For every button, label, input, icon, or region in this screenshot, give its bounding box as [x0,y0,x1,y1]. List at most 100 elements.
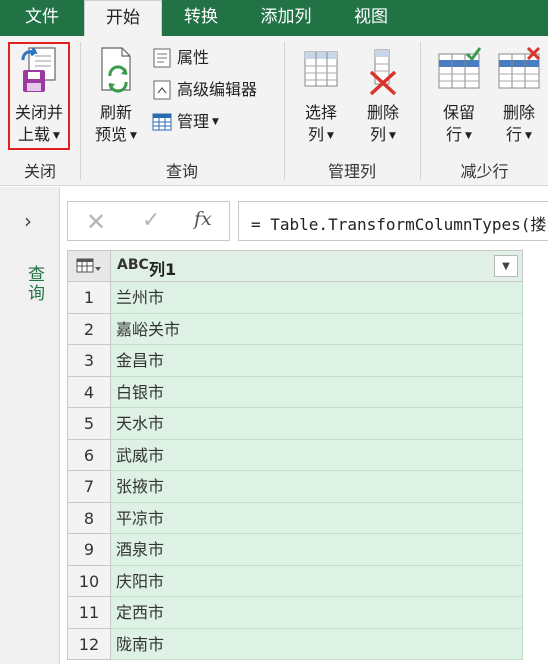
query-group-label: 查询 [165,162,198,181]
tab-view[interactable]: 视图 [332,0,410,36]
refresh-preview-button[interactable]: 刷新 预览 ▼ [89,46,143,147]
row-number[interactable]: 9 [67,534,111,566]
dropdown-caret-icon: ▼ [389,130,396,141]
formula-bar-controls: ✕ ✓ fx [67,201,230,241]
column-name: 列1 [149,260,177,279]
fx-icon[interactable]: fx [194,208,212,230]
refresh-preview-label-1: 刷新 [99,103,132,122]
remove-rows-label-1: 删除 [502,103,535,122]
row-number[interactable]: 2 [67,313,111,345]
close-and-load-label-1: 关闭并 [14,103,63,122]
manage-button[interactable]: 管理 ▼ [151,110,219,134]
tab-add-column[interactable]: 添加列 [240,0,332,36]
chevron-down-icon: ▼ [502,260,510,272]
reduce-rows-group-label: 减少行 [460,162,509,181]
row-number[interactable]: 1 [67,282,111,314]
column-filter-dropdown[interactable]: ▼ [494,255,518,277]
tab-home[interactable]: 开始 [84,0,162,36]
table-row: 8 平凉市 [67,502,523,534]
table-row: 6 武威市 [67,439,523,471]
remove-rows-button[interactable]: 删除 行 ▼ [493,46,545,147]
remove-columns-icon [369,49,397,96]
refresh-preview-icon [101,47,131,93]
choose-columns-label-1: 选择 [304,103,337,122]
properties-button[interactable]: 属性 [151,46,209,70]
close-group-label: 关闭 [23,162,56,181]
keep-rows-button[interactable]: 保留 行 ▼ [433,46,485,147]
remove-rows-label-2: 行 ▼ [506,125,532,144]
dropdown-caret-icon: ▼ [130,130,137,141]
advanced-editor-icon [153,80,171,100]
table-cell[interactable]: 武威市 [111,439,523,471]
table-cell[interactable]: 兰州市 [111,282,523,314]
formula-input[interactable]: = Table.TransformColumnTypes(搂 [238,201,548,241]
table-row: 9 酒泉市 [67,534,523,566]
table-cell[interactable]: 金昌市 [111,345,523,377]
table-row: 3 金昌市 [67,345,523,377]
table-cell[interactable]: 酒泉市 [111,534,523,566]
table-cell[interactable]: 白银市 [111,376,523,408]
table-cell[interactable]: 平凉市 [111,502,523,534]
table-menu-icon [76,258,101,273]
confirm-icon[interactable]: ✓ [142,208,160,233]
keep-rows-label-1: 保留 [442,103,475,122]
table-row: 11 定西市 [67,597,523,629]
close-and-load-icon [21,47,56,92]
manage-columns-group: 选择 列 ▼ 删除 列 ▼ 管理列 [285,36,419,186]
table-row: 12 陇南市 [67,628,523,660]
remove-columns-label-2: 列 ▼ [370,125,396,144]
dropdown-caret-icon: ▼ [53,130,60,141]
grid-header-row: ABC 列1 ▼ [67,250,523,282]
row-number[interactable]: 12 [67,628,111,660]
tab-transform[interactable]: 转换 [162,0,240,36]
reduce-rows-group: 保留 行 ▼ 删除 行 ▼ 减少行 [421,36,548,186]
table-row: 1 兰州市 [67,282,523,314]
refresh-preview-label-2: 预览 ▼ [95,125,137,144]
row-number[interactable]: 7 [67,471,111,503]
row-number[interactable]: 4 [67,376,111,408]
remove-columns-button[interactable]: 删除 列 ▼ [355,46,411,147]
queries-pane-label[interactable]: 查询 [22,265,47,303]
choose-columns-icon [304,51,338,87]
table-menu-button[interactable] [67,250,111,282]
query-group: 刷新 预览 ▼ 属性 高级编辑器 管理 ▼ 查询 [81,36,283,186]
row-number[interactable]: 6 [67,439,111,471]
cancel-icon[interactable]: ✕ [86,208,106,236]
table-cell[interactable]: 天水市 [111,408,523,440]
dropdown-caret-icon: ▼ [212,117,219,127]
ribbon-tab-bar: 文件 开始 转换 添加列 视图 [0,0,548,36]
manage-columns-group-label: 管理列 [327,162,376,181]
row-number[interactable]: 8 [67,502,111,534]
expand-chevron-icon[interactable]: › [24,209,32,233]
table-row: 5 天水市 [67,408,523,440]
remove-columns-label-1: 删除 [366,103,399,122]
table-cell[interactable]: 张掖市 [111,471,523,503]
text-type-icon[interactable]: ABC [117,257,149,273]
remove-rows-icon [498,46,541,89]
properties-icon [153,48,171,68]
table-cell[interactable]: 陇南市 [111,628,523,660]
table-cell[interactable]: 庆阳市 [111,565,523,597]
close-and-load-button[interactable]: 关闭并 上载 ▼ [10,46,68,147]
table-row: 2 嘉峪关市 [67,313,523,345]
advanced-editor-label: 高级编辑器 [177,80,258,99]
queries-pane: › 查询 [0,187,60,664]
row-number[interactable]: 3 [67,345,111,377]
advanced-editor-button[interactable]: 高级编辑器 [151,78,257,102]
formula-text: = Table.TransformColumnTypes(搂 [251,215,547,234]
table-row: 7 张掖市 [67,471,523,503]
tab-file[interactable]: 文件 [0,0,84,36]
dropdown-caret-icon: ▼ [327,130,334,141]
table-row: 4 白银市 [67,376,523,408]
manage-label: 管理 [177,112,210,131]
column-header-col1[interactable]: ABC 列1 ▼ [111,250,523,282]
table-cell[interactable]: 定西市 [111,597,523,629]
dropdown-caret-icon: ▼ [465,130,472,141]
ribbon: 关闭并 上载 ▼ 关闭 刷新 预览 ▼ 属性 高级编辑器 管理 ▼ 查询 选择 … [0,36,548,186]
table-icon [152,113,172,131]
row-number[interactable]: 10 [67,565,111,597]
row-number[interactable]: 11 [67,597,111,629]
choose-columns-button[interactable]: 选择 列 ▼ [293,46,349,147]
row-number[interactable]: 5 [67,408,111,440]
table-cell[interactable]: 嘉峪关市 [111,313,523,345]
